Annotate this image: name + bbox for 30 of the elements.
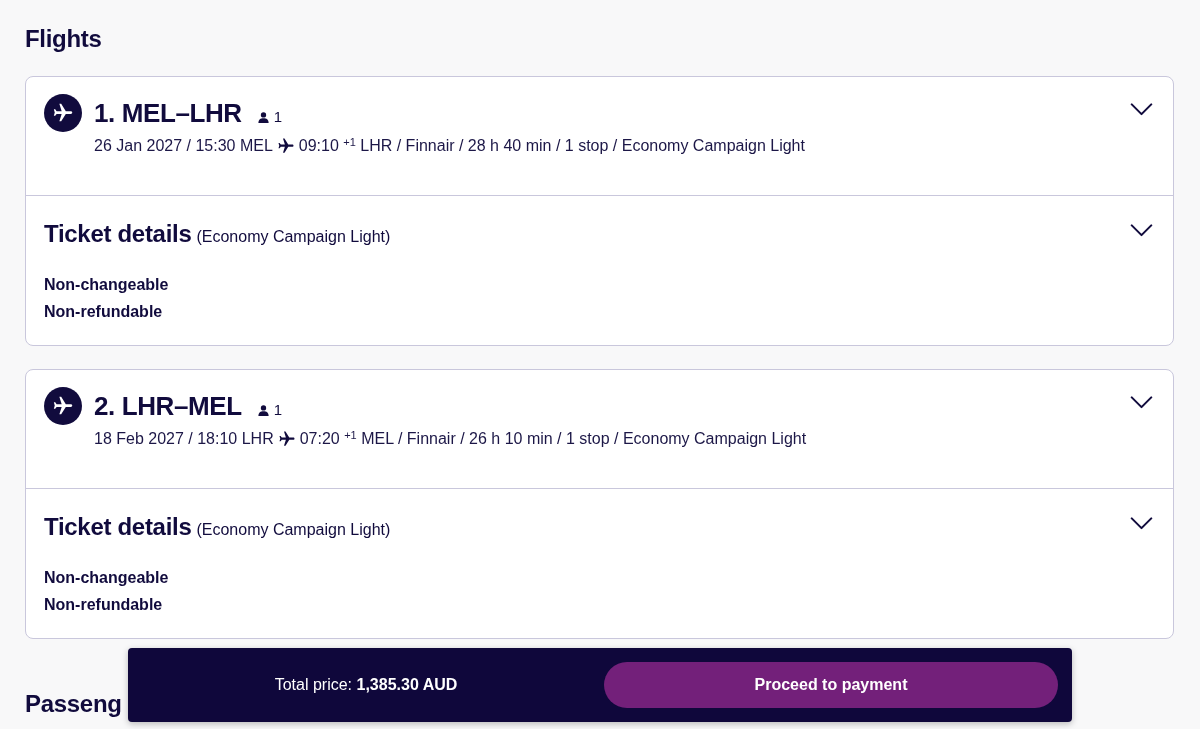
ticket-condition: Non-refundable	[44, 302, 163, 322]
arrival-details-text: 07:20 $^{+1}$ MEL / Finnair / 26 h 10 min / 1 stop / Economy Campaign Light	[299, 429, 807, 449]
flight-route-title: 1. MEL–LHR	[94, 97, 242, 129]
section-heading: Passeng	[25, 689, 122, 719]
person-icon	[257, 111, 269, 123]
chevron-icon[interactable]	[1130, 517, 1153, 530]
passenger-count: 1	[273, 401, 283, 419]
airplane-icon	[44, 94, 82, 132]
flight-route-title: 2. LHR–MEL	[94, 390, 242, 422]
chevron-icon[interactable]	[1130, 103, 1153, 116]
airplane-icon	[44, 387, 82, 425]
ticket-condition: Non-changeable	[44, 568, 169, 588]
chevron-icon[interactable]	[1130, 396, 1153, 409]
arrival-details-text: 09:10 $^{+1}$ LHR / Finnair / 28 h 40 min / 1 stop / Economy Campaign Light	[298, 136, 805, 156]
total-price: Total price: 1,385.30 AUD	[274, 675, 458, 695]
proceed-to-payment-button[interactable]: Proceed to payment	[604, 662, 1058, 708]
fare-name: (Economy Campaign Light)	[196, 227, 391, 247]
ticket-condition: Non-changeable	[44, 275, 169, 295]
person-icon	[257, 404, 269, 416]
departure-text: 18 Feb 2027 / 18:10 LHR	[94, 429, 274, 449]
fare-name: (Economy Campaign Light)	[196, 520, 391, 540]
airplane-icon	[276, 137, 295, 155]
chevron-icon[interactable]	[1130, 224, 1153, 237]
passenger-count: 1	[273, 108, 283, 126]
ticket-details-title: Ticket details	[44, 219, 192, 249]
ticket-details-title: Ticket details	[44, 512, 192, 542]
ticket-condition: Non-refundable	[44, 595, 163, 615]
airplane-icon	[277, 430, 296, 448]
section-heading: Flights	[25, 24, 102, 54]
departure-text: 26 Jan 2027 / 15:30 MEL	[94, 136, 273, 156]
